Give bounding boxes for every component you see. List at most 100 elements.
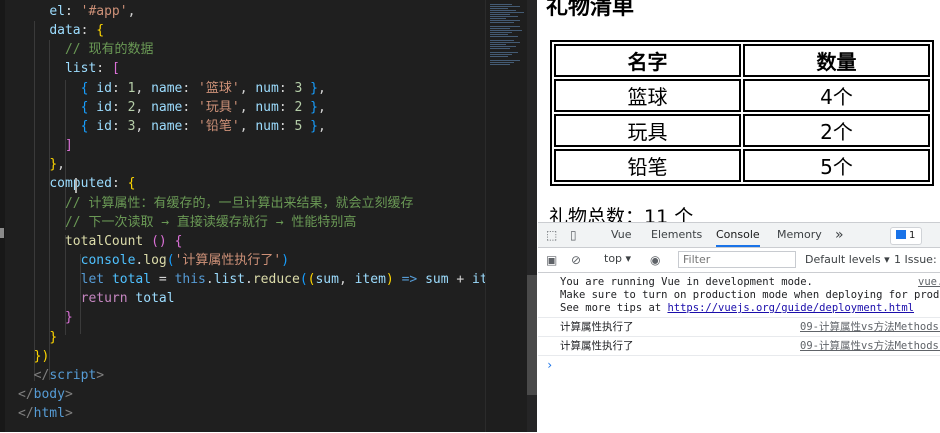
console-output[interactable]: You are running Vue in development mode.… bbox=[538, 273, 940, 433]
code-line[interactable]: </html> bbox=[18, 404, 73, 423]
code-token: => bbox=[393, 272, 426, 288]
code-token: // 现有的数据 bbox=[64, 42, 154, 58]
code-line[interactable]: { id: 1, name: '篮球', num: 3 }, bbox=[18, 79, 326, 98]
minimap-line bbox=[490, 28, 510, 29]
column-header-count: 数量 bbox=[743, 44, 930, 77]
minimap-line bbox=[490, 54, 512, 55]
minimap-line bbox=[490, 34, 508, 35]
code-token: total bbox=[135, 291, 175, 307]
code-token: let bbox=[80, 272, 112, 288]
code-line[interactable]: { id: 3, name: '铅笔', num: 5 }, bbox=[18, 117, 326, 136]
inspect-icon[interactable]: ⬚ bbox=[546, 228, 557, 242]
code-line[interactable]: </script> bbox=[18, 366, 104, 385]
filter-input[interactable] bbox=[678, 251, 796, 268]
code-line[interactable]: }, bbox=[18, 155, 65, 174]
code-editor[interactable]: el: '#app', data: { // 现有的数据 list: [ { i… bbox=[0, 0, 537, 432]
minimap-line bbox=[490, 40, 514, 41]
code-line[interactable]: ] bbox=[18, 136, 73, 155]
tab-console[interactable]: Console bbox=[716, 223, 760, 247]
editor-scrollbar-thumb[interactable] bbox=[527, 275, 537, 395]
code-token: : bbox=[182, 99, 199, 115]
code-line[interactable]: // 计算属性：有缓存的，一旦计算出来结果，就会立刻缓存 bbox=[18, 194, 413, 213]
code-line[interactable]: } bbox=[18, 308, 73, 327]
code-token: log bbox=[143, 252, 167, 268]
code-area[interactable]: el: '#app', data: { // 现有的数据 list: [ { i… bbox=[0, 0, 485, 432]
code-token: name bbox=[151, 80, 183, 96]
minimap-line bbox=[490, 22, 514, 23]
sidebar-icon[interactable]: ▣ bbox=[546, 253, 557, 267]
code-line[interactable]: totalCount () { bbox=[18, 232, 182, 251]
minimap-line bbox=[490, 52, 518, 53]
code-token: , bbox=[239, 118, 256, 134]
code-token: , bbox=[127, 4, 136, 19]
context-select[interactable]: top ▾ bbox=[604, 252, 631, 265]
code-line[interactable]: } bbox=[18, 328, 57, 347]
cell-name: 铅笔 bbox=[554, 149, 741, 182]
message-icon bbox=[896, 230, 906, 239]
log-levels-select[interactable]: Default levels ▾ bbox=[805, 253, 890, 266]
code-line[interactable]: list: [ bbox=[18, 59, 120, 78]
code-token: } bbox=[302, 80, 318, 96]
code-token: . bbox=[245, 272, 253, 288]
console-message: 计算属性执行了 bbox=[560, 340, 634, 352]
console-prompt-icon[interactable]: › bbox=[546, 358, 553, 372]
code-line[interactable]: { id: 2, name: '玩具', num: 2 }, bbox=[18, 98, 326, 117]
code-line[interactable]: el: '#app', bbox=[18, 2, 135, 21]
table-header-row: 名字 数量 bbox=[554, 44, 930, 77]
tab-vue[interactable]: Vue bbox=[611, 223, 632, 247]
code-token: // 计算属性：有缓存的，一旦计算出来结果，就会立刻缓存 bbox=[64, 195, 414, 211]
code-line[interactable]: console.log('计算属性执行了') bbox=[18, 251, 289, 270]
code-line[interactable]: return total bbox=[18, 289, 175, 308]
tab-elements[interactable]: Elements bbox=[651, 223, 702, 247]
clear-icon[interactable]: ⊘ bbox=[571, 253, 581, 267]
eye-icon[interactable]: ◉ bbox=[650, 253, 660, 267]
device-toggle-icon[interactable]: ▯ bbox=[570, 228, 577, 242]
code-token: } bbox=[49, 329, 58, 345]
code-line[interactable]: // 现有的数据 bbox=[18, 40, 153, 59]
minimap-line bbox=[490, 16, 518, 17]
message-count-badge[interactable]: 1 bbox=[890, 227, 922, 245]
divider bbox=[538, 336, 940, 337]
code-line[interactable]: }) bbox=[18, 347, 50, 366]
code-token: > bbox=[64, 387, 73, 402]
code-token: computed bbox=[49, 176, 112, 192]
minimap-line bbox=[490, 48, 510, 49]
code-token: + bbox=[448, 272, 473, 288]
more-tabs-button[interactable]: » bbox=[835, 223, 844, 247]
text-cursor bbox=[75, 178, 77, 193]
issues-button[interactable]: 1 Issue: bbox=[894, 253, 937, 266]
code-line[interactable]: data: { bbox=[18, 21, 104, 40]
message-line: Make sure to turn on production mode whe… bbox=[560, 289, 940, 301]
code-token: : bbox=[182, 80, 199, 96]
minimap[interactable] bbox=[485, 0, 528, 432]
minimap-line bbox=[490, 30, 522, 31]
console-message: 计算属性执行了 bbox=[560, 321, 634, 333]
code-line[interactable]: let total = this.list.reduce((sum, item)… bbox=[18, 270, 485, 289]
code-line[interactable]: // 下一次读取 → 直接读缓存就行 → 性能特别高 bbox=[18, 213, 356, 232]
code-token: console bbox=[80, 252, 136, 268]
code-token: reduce bbox=[252, 272, 300, 288]
tab-memory[interactable]: Memory bbox=[777, 223, 822, 247]
code-token: script bbox=[49, 367, 97, 383]
message-source-link[interactable]: 09-计算属性vs方法Methods.html:59 bbox=[800, 321, 940, 334]
deployment-link[interactable]: https://vuejs.org/guide/deployment.html bbox=[667, 302, 914, 314]
code-token: , bbox=[135, 118, 152, 134]
code-line[interactable]: </body> bbox=[18, 385, 73, 404]
levels-label: Default levels bbox=[805, 253, 881, 266]
message-source-link[interactable]: vue.js:9 bbox=[918, 276, 940, 289]
message-source-link[interactable]: 09-计算属性vs方法Methods.html:59 bbox=[800, 340, 940, 353]
